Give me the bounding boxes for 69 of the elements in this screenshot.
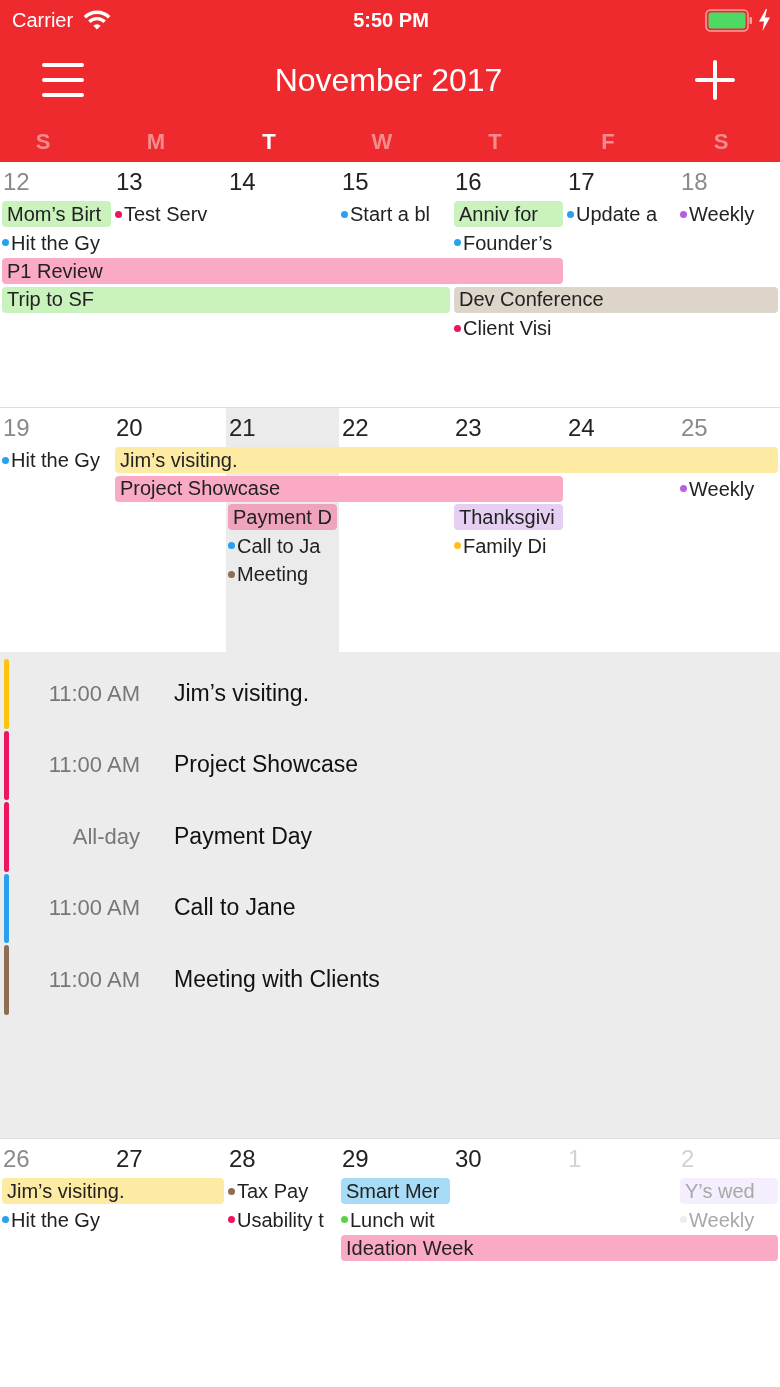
event-bar[interactable]: Mom’s Birt (2, 201, 111, 228)
day-number[interactable]: 15 (342, 170, 369, 194)
event-bar[interactable]: Payment D (228, 504, 337, 531)
event-title[interactable]: Founder’s (463, 230, 553, 255)
event-time: 11:00 AM (48, 680, 140, 707)
day-number[interactable]: 27 (116, 1147, 143, 1171)
event-title[interactable]: Jim’s visiting. (174, 679, 310, 708)
event-title[interactable]: Test Serv (124, 202, 208, 227)
day-number[interactable]: 28 (229, 1147, 256, 1171)
day-number[interactable]: 29 (342, 1147, 369, 1171)
event-time: All-day (72, 823, 140, 850)
clock-time: 5:50 PM (353, 10, 429, 30)
event-time: 11:00 AM (48, 895, 140, 922)
event-time: 11:00 AM (48, 966, 140, 993)
menu-button[interactable] (42, 62, 84, 98)
event-bar[interactable]: Trip to SF (2, 286, 450, 313)
weekday-label: S (35, 131, 51, 153)
weekday-label: F (601, 131, 615, 153)
event-bar[interactable]: P1 Review (2, 258, 563, 285)
day-number[interactable]: 22 (342, 416, 369, 440)
event-title[interactable]: Weekly (689, 476, 755, 501)
event-title[interactable]: Call to Ja (237, 533, 321, 558)
charging-bolt-icon (759, 9, 770, 31)
menu-icon (42, 62, 84, 98)
month-title: November 2017 (274, 64, 503, 96)
event-title[interactable]: Start a bl (350, 202, 431, 227)
event-title[interactable]: Tax Pay (237, 1179, 309, 1204)
event-title[interactable]: Lunch wit (350, 1207, 435, 1232)
weekday-label: W (371, 131, 393, 153)
weekday-label: T (262, 131, 276, 153)
event-title[interactable]: Update a (576, 202, 658, 227)
event-bar[interactable]: Smart Mer (341, 1178, 450, 1205)
event-title[interactable]: Hit the Gy (11, 448, 100, 473)
weekday-label: S (713, 131, 729, 153)
day-number[interactable]: 14 (229, 170, 256, 194)
event-title[interactable]: Payment Day (174, 822, 313, 851)
day-number[interactable]: 17 (568, 170, 595, 194)
event-bar[interactable]: Ideation Week (341, 1235, 778, 1262)
event-title[interactable]: Client Visi (463, 316, 552, 341)
day-number[interactable]: 23 (455, 416, 482, 440)
event-title[interactable]: Usability t (237, 1207, 324, 1232)
day-number[interactable]: 13 (116, 170, 143, 194)
event-bar[interactable]: Thanksgivi (454, 504, 563, 531)
event-time: 11:00 AM (48, 752, 140, 779)
add-button[interactable] (695, 60, 735, 100)
event-title[interactable]: Hit the Gy (11, 230, 100, 255)
wifi-icon (83, 10, 112, 30)
event-title[interactable]: Hit the Gy (11, 1207, 100, 1232)
event-bar[interactable]: Project Showcase (115, 475, 563, 502)
event-title[interactable]: Family Di (463, 533, 547, 558)
event-title[interactable]: Project Showcase (174, 751, 359, 780)
day-number[interactable]: 16 (455, 170, 482, 194)
day-number[interactable]: 30 (455, 1147, 482, 1171)
event-bar[interactable]: Dev Conference (454, 286, 778, 313)
event-title[interactable]: Meeting (237, 562, 309, 587)
event-bar[interactable]: Jim’s visiting. (115, 447, 778, 474)
battery-icon (705, 8, 753, 32)
event-bar[interactable]: Jim’s visiting. (2, 1178, 224, 1205)
event-title[interactable]: Meeting with Clients (174, 965, 380, 994)
weekday-label: M (146, 131, 166, 153)
day-number[interactable]: 21 (229, 416, 256, 440)
event-title[interactable]: Weekly (689, 202, 755, 227)
weekday-label: T (488, 131, 502, 153)
day-number[interactable]: 24 (568, 416, 595, 440)
plus-icon (695, 60, 735, 100)
event-bar[interactable]: Anniv for (454, 201, 563, 228)
carrier-name: Carrier (12, 10, 74, 30)
event-title[interactable]: Call to Jane (174, 894, 296, 923)
day-number[interactable]: 20 (116, 416, 143, 440)
